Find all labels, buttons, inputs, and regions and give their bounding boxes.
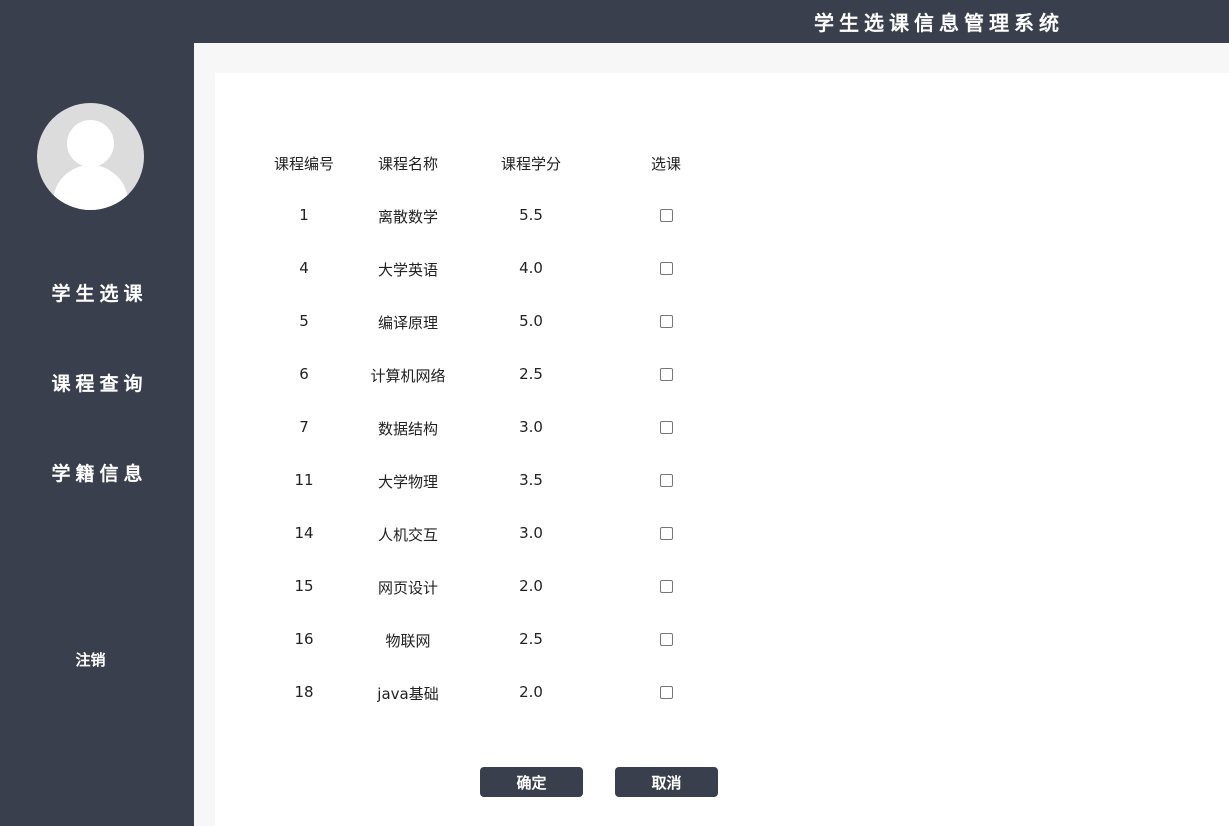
cancel-button[interactable]: 取消 <box>615 767 718 797</box>
content-panel <box>215 73 1229 826</box>
course-credit-cell: 2.0 <box>519 577 543 595</box>
select-course-checkbox[interactable] <box>660 209 673 222</box>
course-id-cell: 7 <box>299 418 309 436</box>
top-bar: 学生选课信息管理系统 <box>0 0 1229 43</box>
confirm-button[interactable]: 确定 <box>480 767 583 797</box>
course-name-cell: 离散数学 <box>377 208 438 226</box>
course-name-cell: 计算机网络 <box>370 367 446 385</box>
select-course-checkbox[interactable] <box>660 686 673 699</box>
select-course-checkbox[interactable] <box>660 580 673 593</box>
header-course-credit: 课程学分 <box>500 155 561 173</box>
course-credit-cell: 4.0 <box>519 259 543 277</box>
header-course-name: 课程名称 <box>377 155 438 173</box>
avatar-head-icon <box>67 120 114 167</box>
sidebar: 学生选课 课程查询 学籍信息 注销 <box>0 43 194 826</box>
course-credit-cell: 3.5 <box>519 471 543 489</box>
course-name-cell: 大学物理 <box>377 473 438 491</box>
avatar <box>37 103 144 210</box>
course-id-cell: 1 <box>299 206 309 224</box>
course-id-cell: 15 <box>294 577 314 595</box>
select-course-checkbox[interactable] <box>660 527 673 540</box>
course-credit-cell: 3.0 <box>519 524 543 542</box>
header-select: 选课 <box>650 155 681 173</box>
course-name-cell: 网页设计 <box>377 579 438 597</box>
course-credit-cell: 2.0 <box>519 683 543 701</box>
select-course-checkbox[interactable] <box>660 368 673 381</box>
course-id-cell: 4 <box>299 259 309 277</box>
course-credit-cell: 5.5 <box>519 206 543 224</box>
course-id-cell: 18 <box>294 683 314 701</box>
course-name-cell: 编译原理 <box>377 314 438 332</box>
nav-course-selection[interactable]: 学生选课 <box>0 279 194 306</box>
course-credit-cell: 5.0 <box>519 312 543 330</box>
course-name-cell: 数据结构 <box>377 420 438 438</box>
header-course-id: 课程编号 <box>273 155 334 173</box>
nav-student-status[interactable]: 学籍信息 <box>0 459 194 486</box>
course-id-cell: 16 <box>294 630 314 648</box>
nav-course-query[interactable]: 课程查询 <box>0 369 194 396</box>
select-course-checkbox[interactable] <box>660 421 673 434</box>
logout-link[interactable]: 注销 <box>0 649 181 670</box>
course-name-cell: 人机交互 <box>377 526 438 544</box>
avatar-body-icon <box>53 165 128 210</box>
course-credit-cell: 2.5 <box>519 630 543 648</box>
app-title: 学生选课信息管理系统 <box>814 11 1064 35</box>
select-course-checkbox[interactable] <box>660 315 673 328</box>
select-course-checkbox[interactable] <box>660 633 673 646</box>
course-id-cell: 11 <box>294 471 314 489</box>
course-name-cell: 物联网 <box>385 632 431 650</box>
course-name-cell: java基础 <box>377 685 439 703</box>
course-credit-cell: 2.5 <box>519 365 543 383</box>
course-id-cell: 5 <box>299 312 309 330</box>
course-id-cell: 14 <box>294 524 314 542</box>
select-course-checkbox[interactable] <box>660 262 673 275</box>
course-id-cell: 6 <box>299 365 309 383</box>
course-name-cell: 大学英语 <box>377 261 438 279</box>
course-credit-cell: 3.0 <box>519 418 543 436</box>
select-course-checkbox[interactable] <box>660 474 673 487</box>
